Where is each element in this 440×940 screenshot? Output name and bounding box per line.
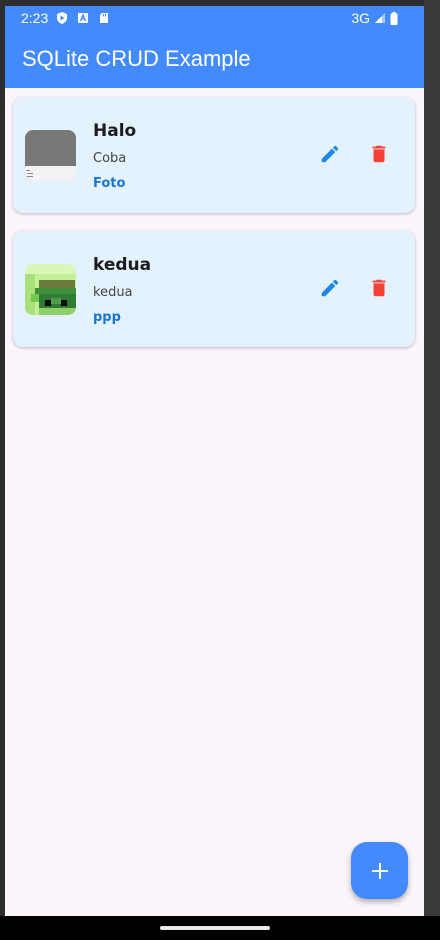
item-title: kedua <box>93 255 152 275</box>
edit-button[interactable] <box>317 275 343 301</box>
device-bezel-right <box>424 0 440 940</box>
app-screen: 2:23 3G SQLite CRUD Example Halo Coba Fo… <box>5 6 424 916</box>
add-item-button[interactable] <box>351 842 408 899</box>
pixel-art-thumbnail <box>25 264 76 315</box>
trash-icon <box>372 145 386 163</box>
gesture-handle[interactable] <box>160 926 270 930</box>
signal-icon <box>375 13 385 23</box>
delete-button[interactable] <box>366 275 392 301</box>
gray-photo-thumbnail <box>25 130 76 181</box>
item-subtitle: kedua <box>93 285 133 300</box>
app-bar: SQLite CRUD Example <box>5 32 424 88</box>
app-title: SQLite CRUD Example <box>22 46 251 71</box>
battery-icon <box>390 11 398 25</box>
font-a-icon <box>78 13 88 23</box>
item-thumbnail <box>25 264 76 315</box>
play-protect-icon <box>57 12 67 24</box>
list-item[interactable]: Halo Coba Foto <box>13 97 415 213</box>
delete-button[interactable] <box>366 141 392 167</box>
status-bar: 2:23 3G <box>5 6 424 32</box>
item-thumbnail <box>25 130 76 181</box>
list-item[interactable]: kedua kedua ppp <box>13 231 415 347</box>
pencil-icon <box>321 279 339 297</box>
item-subtitle: Coba <box>93 151 127 166</box>
status-time: 2:23 <box>21 10 49 26</box>
add-icon <box>371 862 388 879</box>
sd-card-icon <box>100 13 108 23</box>
edit-button[interactable] <box>317 141 343 167</box>
item-title: Halo <box>93 121 137 141</box>
network-type: 3G <box>351 10 370 26</box>
trash-icon <box>372 279 386 297</box>
item-extra: Foto <box>93 176 126 191</box>
status-icons-left <box>56 12 110 24</box>
status-right: 3G <box>351 10 398 26</box>
pencil-icon <box>321 145 339 163</box>
navigation-bar <box>0 916 440 940</box>
item-extra: ppp <box>93 310 121 325</box>
